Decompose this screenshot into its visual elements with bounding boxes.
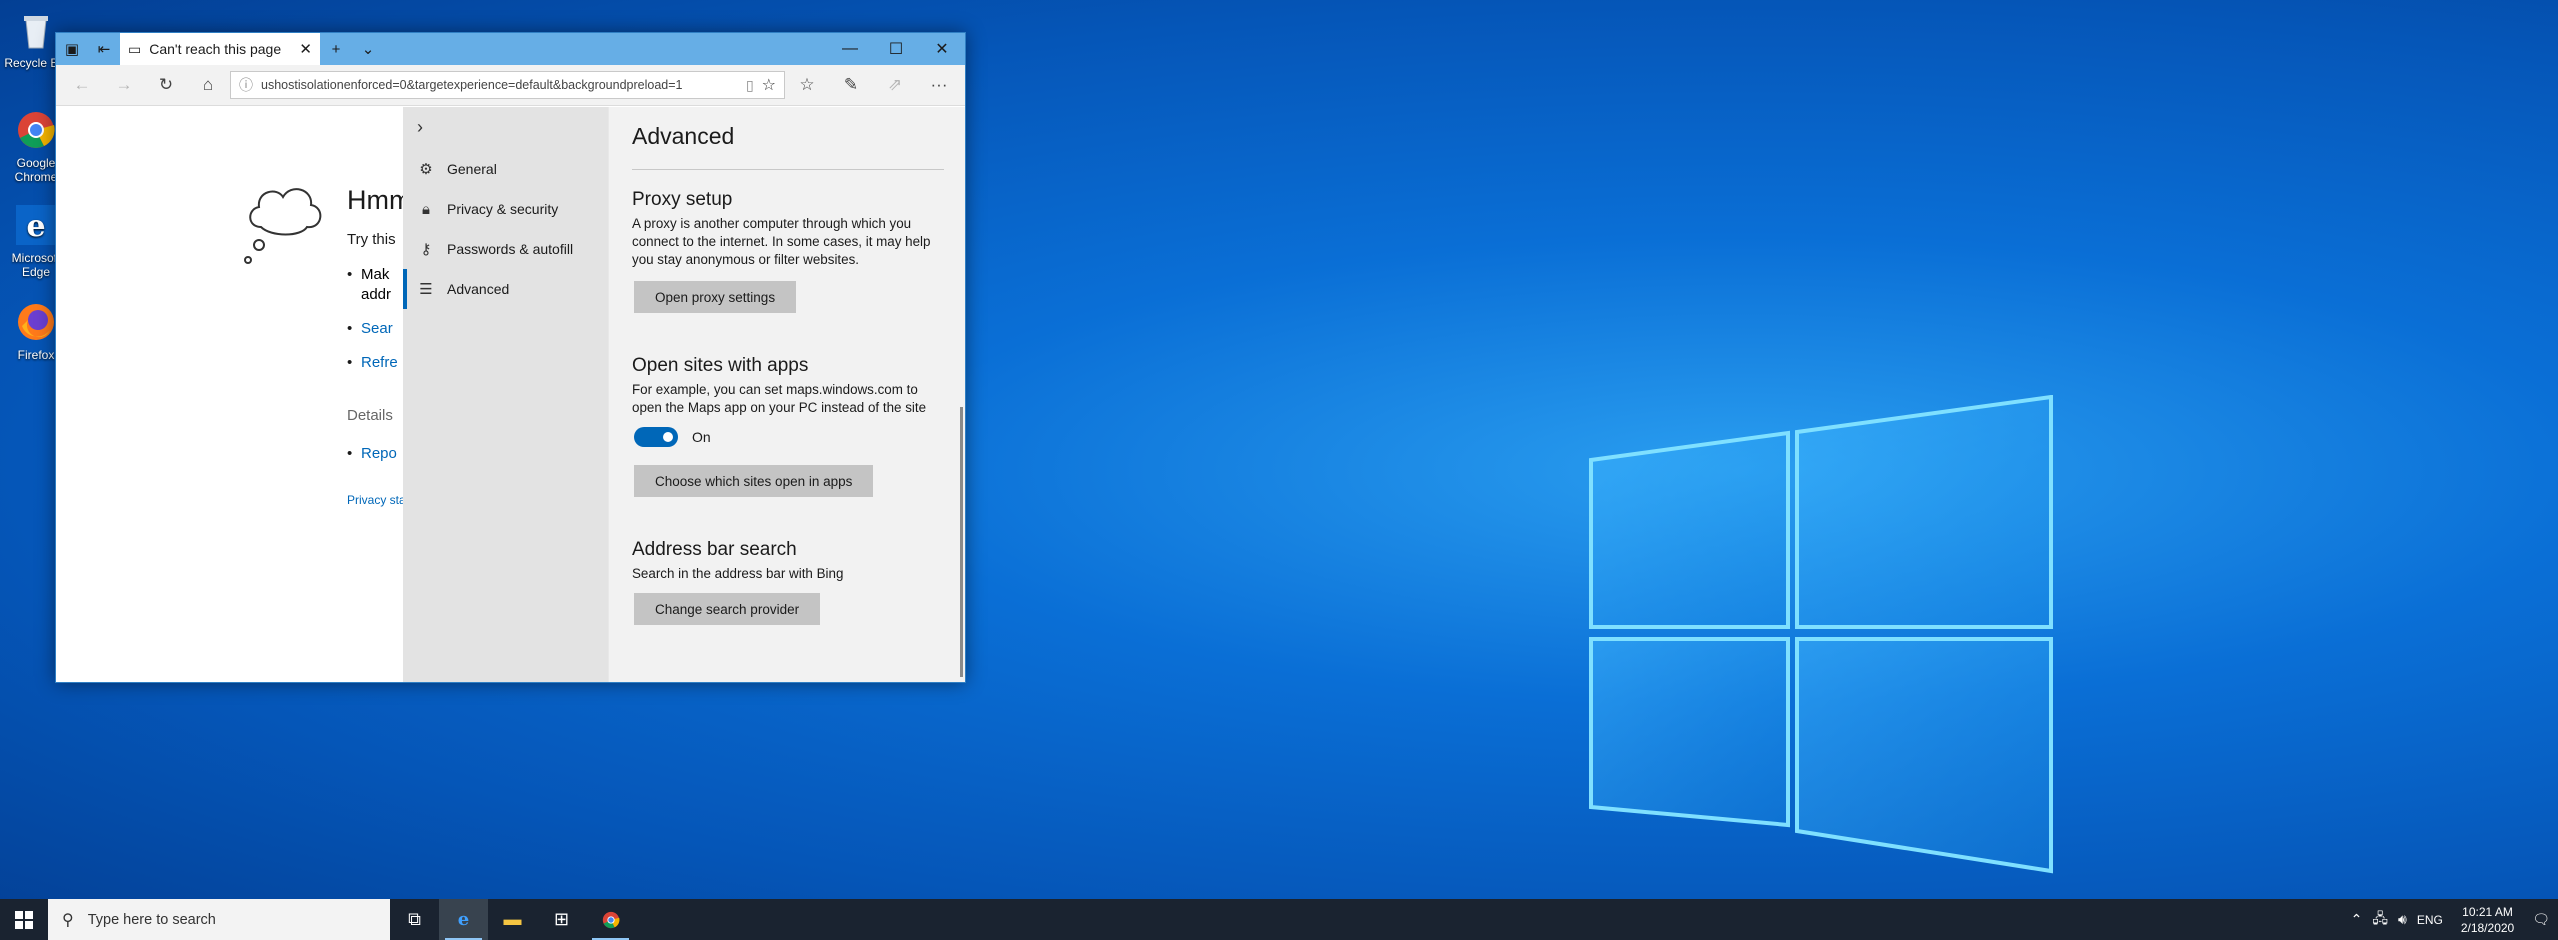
gear-icon: ⚙ <box>419 161 433 178</box>
task-view-icon[interactable]: ⧉ <box>390 899 439 940</box>
thought-cloud-icon <box>244 188 322 264</box>
clock[interactable]: 10:21 AM 2/18/2020 <box>2453 904 2522 936</box>
address-bar-search-title: Address bar search <box>632 539 797 560</box>
favorite-star-icon[interactable]: ☆ <box>762 75 776 95</box>
firefox-icon <box>14 300 58 344</box>
tab-preview-chevron-icon[interactable]: ⌄ <box>352 33 384 65</box>
lock-icon: 🔒︎ <box>422 200 430 218</box>
show-hidden-icons-chevron-icon[interactable]: ⌃ <box>2351 911 2363 928</box>
report-link[interactable]: Repo <box>347 445 397 462</box>
reading-view-icon[interactable]: ▯ <box>746 77 754 94</box>
share-icon[interactable]: ⇗ <box>875 68 915 102</box>
settings-nav-general[interactable]: ⚙ General <box>403 149 608 189</box>
proxy-setup-text: A proxy is another computer through whic… <box>632 216 931 267</box>
search-placeholder: Type here to search <box>87 911 216 928</box>
favorites-hub-icon[interactable]: ☆ <box>787 68 827 102</box>
key-icon: ⚷ <box>420 241 432 258</box>
error-heading: Hmm <box>347 185 406 215</box>
settings-nav-pane: › ⚙ General 🔒︎ Privacy & security ⚷ Pass… <box>403 107 608 682</box>
edge-browser-window: ▣ ⇤ ▭ Can't reach this page ✕ + ⌄ — ☐ ✕ … <box>55 32 966 683</box>
file-explorer-icon[interactable]: ▬ <box>488 899 537 940</box>
browser-content: Hmm Try this Makaddr Sear Refre Details … <box>56 107 965 682</box>
open-sites-with-apps-title: Open sites with apps <box>632 355 809 376</box>
address-bar[interactable]: ⓘ ushostisolationenforced=0&targetexperi… <box>230 71 785 99</box>
language-indicator[interactable]: ENG <box>2417 913 2443 927</box>
details-label: Details <box>347 407 393 424</box>
settings-nav-advanced[interactable]: ☰ Advanced <box>403 269 608 309</box>
tab-cant-reach[interactable]: ▭ Can't reach this page ✕ <box>120 33 320 65</box>
address-bar-search-text: Search in the address bar with Bing <box>632 566 844 581</box>
try-this-text: Try this <box>347 231 396 248</box>
url-text: ushostisolationenforced=0&targetexperien… <box>261 78 683 92</box>
svg-text:e: e <box>26 209 45 244</box>
open-sites-toggle[interactable] <box>634 427 678 447</box>
taskbar-chrome-icon[interactable] <box>586 899 635 940</box>
error-page: Hmm Try this Makaddr Sear Refre Details … <box>56 107 406 682</box>
close-window-button[interactable]: ✕ <box>919 33 965 65</box>
system-tray: ⌃ 🖧︎ 🔊︎ ENG 10:21 AM 2/18/2020 🗨︎ <box>2351 899 2558 940</box>
open-sites-toggle-row: On <box>634 427 711 447</box>
forward-arrow-icon[interactable]: → <box>104 68 144 102</box>
suggestion-item: Makaddr <box>347 265 398 305</box>
navigation-bar: ← → ↻ ⌂ ⓘ ushostisolationenforced=0&targ… <box>56 65 965 106</box>
divider <box>632 169 944 170</box>
open-sites-with-apps-text: For example, you can set maps.windows.co… <box>632 382 927 415</box>
action-center-icon[interactable]: 🗨︎ <box>2532 911 2550 928</box>
more-options-icon[interactable]: ··· <box>919 68 959 102</box>
volume-icon[interactable]: 🔊︎ <box>2398 911 2407 928</box>
network-icon[interactable]: 🖧︎ <box>2372 908 2388 932</box>
panel-title: Advanced <box>632 123 735 149</box>
advanced-settings-panel: Advanced ⊣ Proxy setup A proxy is anothe… <box>608 107 965 682</box>
settings-nav-privacy[interactable]: 🔒︎ Privacy & security <box>403 189 608 229</box>
suggestion-refresh-link[interactable]: Refre <box>347 353 398 373</box>
home-icon[interactable]: ⌂ <box>188 68 228 102</box>
open-proxy-settings-button[interactable]: Open proxy settings <box>634 281 797 313</box>
back-arrow-icon[interactable]: ← <box>62 68 102 102</box>
tab-title: Can't reach this page <box>149 41 282 57</box>
windows-start-icon <box>15 910 33 929</box>
set-tabs-aside-icon[interactable]: ⇤ <box>88 33 120 65</box>
minimize-button[interactable]: — <box>827 33 873 65</box>
page-icon: ▭ <box>128 40 142 57</box>
choose-sites-button[interactable]: Choose which sites open in apps <box>634 465 874 497</box>
proxy-setup-title: Proxy setup <box>632 189 733 210</box>
taskbar: ⚲ Type here to search ⧉ e ▬ ⊞ ⌃ 🖧︎ 🔊︎ EN… <box>0 899 2558 940</box>
sliders-icon: ☰ <box>419 281 433 298</box>
new-tab-icon[interactable]: + <box>320 33 352 65</box>
edge-icon: e <box>14 203 58 247</box>
close-tab-icon[interactable]: ✕ <box>299 40 312 58</box>
search-icon: ⚲ <box>62 911 74 929</box>
settings-nav-passwords[interactable]: ⚷ Passwords & autofill <box>403 229 608 269</box>
refresh-icon[interactable]: ↻ <box>146 68 186 102</box>
tab-manager-icon[interactable]: ▣ <box>56 33 88 65</box>
taskbar-search-box[interactable]: ⚲ Type here to search <box>48 899 390 940</box>
windows-logo-wallpaper <box>1589 395 2053 874</box>
settings-scrollbar[interactable] <box>960 407 963 677</box>
suggestion-list: Makaddr Sear Refre <box>347 265 398 387</box>
pen-notes-icon[interactable]: ✎ <box>831 68 871 102</box>
title-bar: ▣ ⇤ ▭ Can't reach this page ✕ + ⌄ — ☐ ✕ <box>56 33 965 65</box>
toggle-state-label: On <box>692 429 711 445</box>
collapse-chevron-icon[interactable]: › <box>417 117 423 138</box>
maximize-button[interactable]: ☐ <box>873 33 919 65</box>
chrome-icon <box>14 108 58 152</box>
suggestion-search-link[interactable]: Sear <box>347 319 398 339</box>
store-icon[interactable]: ⊞ <box>537 899 586 940</box>
info-icon[interactable]: ⓘ <box>239 75 253 95</box>
taskbar-edge-icon[interactable]: e <box>439 899 488 940</box>
recycle-bin-icon <box>14 8 58 52</box>
start-button[interactable] <box>0 899 48 940</box>
change-search-provider-button[interactable]: Change search provider <box>634 593 821 625</box>
privacy-statement-link[interactable]: Privacy sta <box>347 493 406 507</box>
